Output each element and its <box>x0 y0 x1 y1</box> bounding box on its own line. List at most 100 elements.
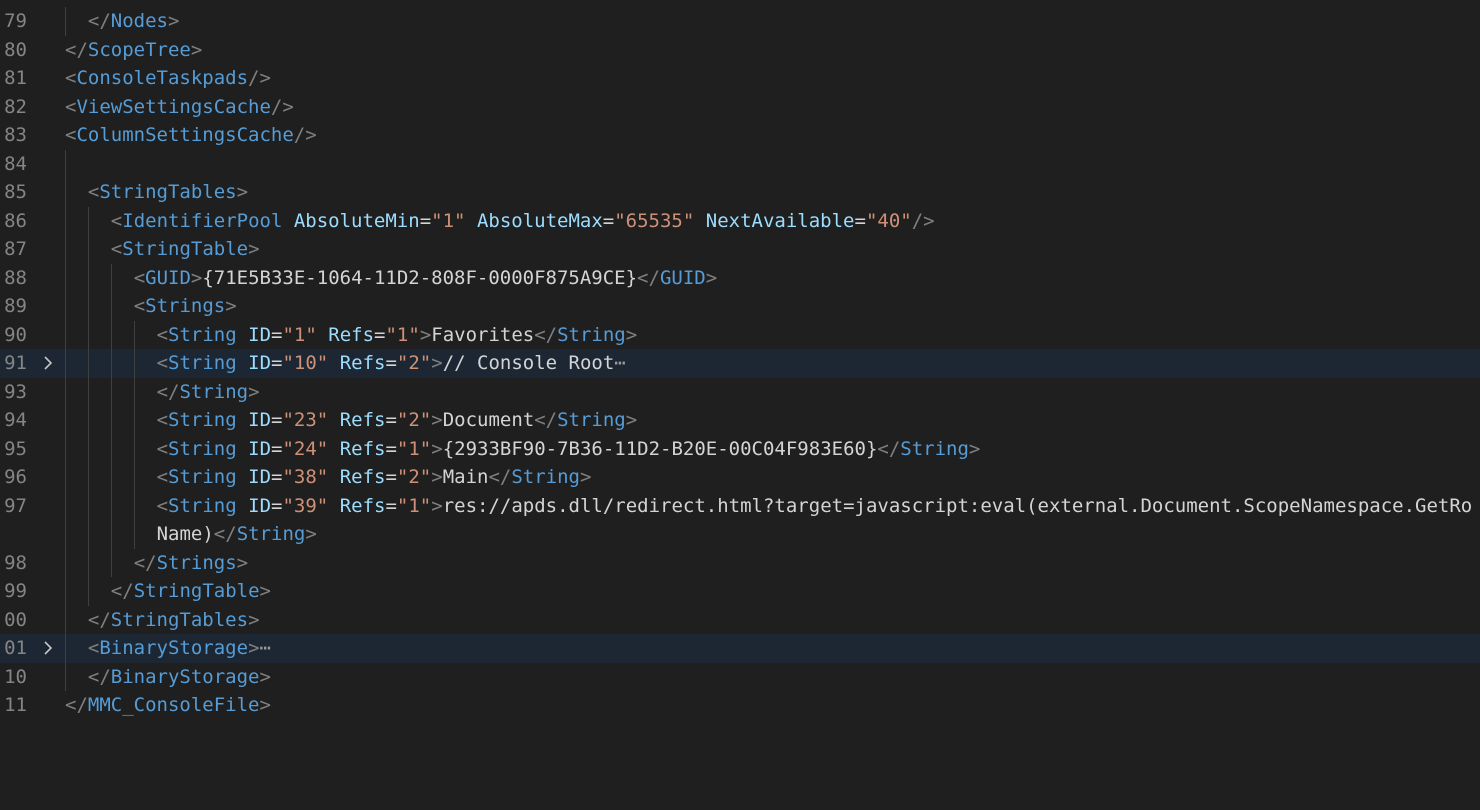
indent-guide <box>65 406 66 435</box>
code-line[interactable]: 80 </ScopeTree> <box>0 36 1480 65</box>
indent-guide <box>87 206 89 235</box>
code-text: </Nodes> <box>87 10 180 32</box>
indent-guide <box>65 349 66 378</box>
code-text: <String ID="24" Refs="1">{2933BF90-7B36-… <box>156 437 981 460</box>
indent-guide <box>65 634 66 663</box>
indent-guide <box>65 178 66 207</box>
indent-guide <box>110 548 112 577</box>
line-number: 11 <box>4 694 27 716</box>
line-number: 86 <box>4 209 27 232</box>
indent-guide <box>87 235 89 264</box>
line-number: 96 <box>4 466 27 488</box>
indent-guide <box>65 548 66 577</box>
indent-guide <box>65 206 66 235</box>
code-text: </ScopeTree> <box>65 38 203 61</box>
code-line[interactable]: 90 <String ID="1" Refs="1">Favorites</Str… <box>0 320 1480 349</box>
line-number: 91 <box>4 352 27 374</box>
indent-guide <box>87 463 89 492</box>
line-number: 82 <box>4 95 27 118</box>
code-text: Name)</String> <box>156 523 317 545</box>
code-line[interactable]: 98 </Strings> <box>0 548 1480 577</box>
line-number: 81 <box>4 67 27 89</box>
code-line[interactable]: 01 <BinaryStorage>⋯ <box>0 634 1480 663</box>
code-text: <IdentifierPool AbsoluteMin="1" Absolute… <box>110 209 935 232</box>
indent-guide <box>110 320 112 349</box>
indent-guide <box>133 520 135 549</box>
indent-guide <box>65 149 66 178</box>
line-number: 90 <box>4 323 27 346</box>
code-text: <BinaryStorage>⋯ <box>87 637 271 659</box>
code-line[interactable]: 79 </Nodes> <box>0 7 1480 36</box>
indent-guide <box>133 349 135 378</box>
indent-guide <box>65 662 66 691</box>
line-number: 89 <box>4 295 27 317</box>
indent-guide <box>87 320 89 349</box>
code-line[interactable]: 88 <GUID>{71E5B33E-1064-11D2-808F-0000F87… <box>0 263 1480 292</box>
line-number: 00 <box>4 608 27 631</box>
code-line[interactable]: 87 <StringTable> <box>0 235 1480 264</box>
code-editor[interactable]: 79 </Nodes> 80 </ScopeTree> 81 <ConsoleTaskpa… <box>0 0 1480 810</box>
code-line[interactable]: 95 <String ID="24" Refs="1">{2933BF90-7B3… <box>0 434 1480 463</box>
indent-guide <box>87 406 89 435</box>
code-text: <String ID="39" Refs="1">res://apds.dll/… <box>156 494 1473 517</box>
code-line[interactable]: 97 <String ID="39" Refs="1">res://apds.dl… <box>0 491 1480 520</box>
line-number: 83 <box>4 124 27 146</box>
code-text: <String ID="38" Refs="2">Main</String> <box>156 466 592 488</box>
code-line[interactable]: 85 <StringTables> <box>0 178 1480 207</box>
code-text: <String ID="10" Refs="2">// Console Root… <box>156 352 626 374</box>
code-line[interactable]: 00 </StringTables> <box>0 605 1480 634</box>
indent-guide <box>87 377 89 406</box>
indent-guide <box>110 463 112 492</box>
code-text: <GUID>{71E5B33E-1064-11D2-808F-0000F875A… <box>133 266 718 289</box>
line-number: 94 <box>4 409 27 431</box>
indent-guide <box>65 292 66 321</box>
code-line[interactable]: 86 <IdentifierPool AbsoluteMin="1" Absolu… <box>0 206 1480 235</box>
code-line[interactable]: 96 <String ID="38" Refs="2">Main</String> <box>0 463 1480 492</box>
code-line[interactable]: 84 <box>0 149 1480 178</box>
code-text: </String> <box>156 380 260 403</box>
indent-guide <box>87 491 89 520</box>
line-number: 84 <box>4 152 27 175</box>
line-number: 97 <box>4 494 27 517</box>
code-line[interactable]: 99 </StringTable> <box>0 577 1480 606</box>
indent-guide <box>110 377 112 406</box>
fold-ellipsis[interactable]: ⋯ <box>260 637 271 659</box>
code-line[interactable]: 83 <ColumnSettingsCache/> <box>0 121 1480 150</box>
code-line[interactable]: 94 <String ID="23" Refs="2">Document</Str… <box>0 406 1480 435</box>
indent-guide <box>87 292 89 321</box>
code-line[interactable]: 81 <ConsoleTaskpads/> <box>0 64 1480 93</box>
fold-ellipsis[interactable]: ⋯ <box>614 352 625 374</box>
indent-guide <box>87 349 89 378</box>
indent-guide <box>110 349 112 378</box>
indent-guide <box>65 463 66 492</box>
chevron-right-icon[interactable] <box>40 349 56 378</box>
indent-guide <box>65 377 66 406</box>
indent-guide <box>110 263 112 292</box>
indent-guide <box>110 292 112 321</box>
code-line[interactable]: Name)</String> <box>0 520 1480 549</box>
indent-guide <box>87 577 89 606</box>
line-number: 79 <box>4 10 27 32</box>
code-text: <Strings> <box>133 295 237 317</box>
code-text: <ConsoleTaskpads/> <box>65 67 271 89</box>
indent-guide <box>65 434 66 463</box>
indent-guide <box>87 263 89 292</box>
indent-guide <box>65 235 66 264</box>
indent-guide <box>65 605 66 634</box>
indent-guide <box>133 320 135 349</box>
code-line[interactable]: 11 </MMC_ConsoleFile> <box>0 691 1480 720</box>
indent-guide <box>87 520 89 549</box>
code-line[interactable]: 82 <ViewSettingsCache/> <box>0 93 1480 122</box>
code-line[interactable]: 93 </String> <box>0 377 1480 406</box>
line-number: 93 <box>4 380 27 403</box>
indent-guide <box>133 491 135 520</box>
code-text: </Strings> <box>133 551 249 574</box>
indent-guide <box>133 406 135 435</box>
code-line[interactable]: 91 <String ID="10" Refs="2">// Console Ro… <box>0 349 1480 378</box>
code-line[interactable]: 10 </BinaryStorage> <box>0 662 1480 691</box>
indent-guide <box>133 463 135 492</box>
code-line[interactable]: 89 <Strings> <box>0 292 1480 321</box>
chevron-right-icon[interactable] <box>40 634 56 663</box>
code-text: <String ID="1" Refs="1">Favorites</Strin… <box>156 323 638 346</box>
code-text: </BinaryStorage> <box>87 665 271 688</box>
